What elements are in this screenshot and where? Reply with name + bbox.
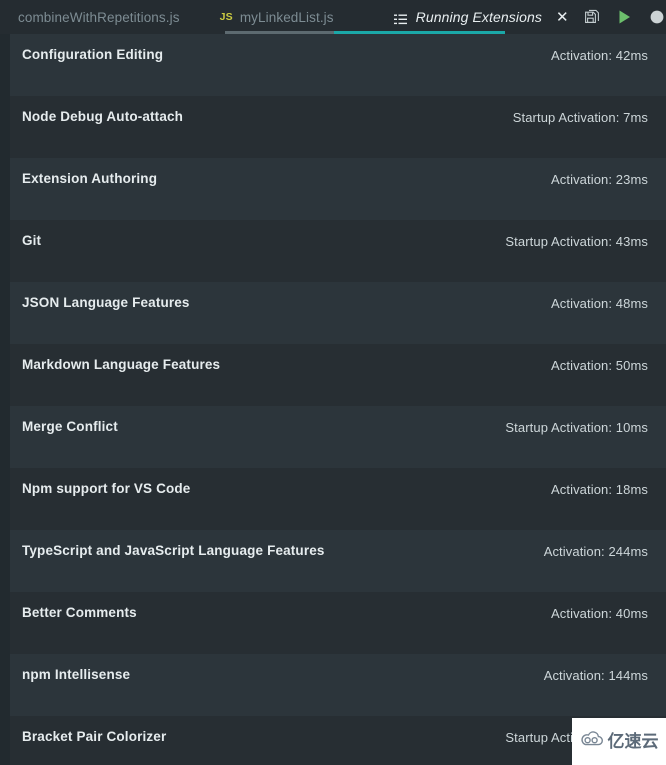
- running-extensions-list[interactable]: Configuration Editing Activation: 42ms Nod…: [0, 34, 666, 765]
- extension-activation-time: Activation: 144ms: [543, 668, 648, 683]
- extension-activation-time: Startup Activation: 7ms: [512, 110, 648, 125]
- js-file-icon: JS: [219, 11, 233, 23]
- tab-running-extensions[interactable]: Running Extensions ✕: [374, 0, 577, 34]
- extension-row[interactable]: JSON Language Features Activation: 48ms: [0, 282, 666, 344]
- extension-name: Merge Conflict: [22, 419, 118, 434]
- extension-activation-time: Activation: 244ms: [543, 544, 648, 559]
- record-icon[interactable]: [641, 0, 666, 34]
- extension-name: npm Intellisense: [22, 667, 131, 682]
- extension-row[interactable]: Configuration Editing Activation: 42ms: [0, 34, 666, 96]
- extension-activation-time: Activation: 42ms: [551, 48, 648, 63]
- extension-row[interactable]: Git Startup Activation: 43ms: [0, 220, 666, 282]
- editor-left-gutter: [0, 34, 10, 765]
- extension-activation-time: Activation: 23ms: [551, 172, 648, 187]
- extension-activation-time: Startup Activation: 10ms: [505, 420, 648, 435]
- close-icon[interactable]: ✕: [556, 10, 569, 25]
- editor-tab-bar: combineWithRepetitions.js JS myLinkedLis…: [0, 0, 666, 34]
- cloud-icon: [580, 730, 604, 753]
- extension-row[interactable]: Node Debug Auto-attach Startup Activation…: [0, 96, 666, 158]
- extension-row[interactable]: npm Intellisense Activation: 144ms: [0, 654, 666, 716]
- run-icon[interactable]: [609, 0, 641, 34]
- extension-name: Markdown Language Features: [22, 357, 221, 372]
- extension-row[interactable]: Better Comments Activation: 40ms: [0, 592, 666, 654]
- extension-name: Git: [22, 233, 42, 248]
- watermark-text: 亿速云: [607, 732, 659, 751]
- extension-activation-time: Startup Activation: 43ms: [505, 234, 648, 249]
- extension-name: Extension Authoring: [22, 171, 158, 186]
- extension-name: TypeScript and JavaScript Language Featu…: [22, 543, 325, 558]
- extension-row[interactable]: TypeScript and JavaScript Language Featu…: [0, 530, 666, 592]
- tab-combineWithRepetitions[interactable]: combineWithRepetitions.js: [0, 0, 206, 34]
- extension-row[interactable]: Npm support for VS Code Activation: 18ms: [0, 468, 666, 530]
- editor-actions-toolbar: [577, 0, 666, 34]
- save-all-icon[interactable]: [577, 0, 609, 34]
- extension-name: Node Debug Auto-attach: [22, 109, 184, 124]
- tab-label: myLinkedList.js: [239, 9, 334, 25]
- extension-activation-time: Activation: 40ms: [551, 606, 648, 621]
- tab-myLinkedList[interactable]: JS myLinkedList.js: [206, 0, 374, 34]
- extension-activation-time: Activation: 18ms: [551, 482, 648, 497]
- extension-row[interactable]: Markdown Language Features Activation: 50…: [0, 344, 666, 406]
- extension-name: JSON Language Features: [22, 295, 190, 310]
- extension-row[interactable]: Extension Authoring Activation: 23ms: [0, 158, 666, 220]
- extension-row[interactable]: Bracket Pair ColorizerStartup Activation…: [0, 716, 666, 765]
- extension-name: Bracket Pair Colorizer: [22, 729, 167, 744]
- extension-activation-time: Activation: 48ms: [551, 296, 648, 311]
- tab-label: Running Extensions: [415, 9, 542, 25]
- list-icon: [393, 12, 407, 24]
- watermark: 亿速云: [572, 718, 666, 765]
- vscode-window: combineWithRepetitions.js JS myLinkedLis…: [0, 0, 666, 765]
- extension-activation-time: Activation: 50ms: [551, 358, 648, 373]
- extension-row[interactable]: Merge Conflict Startup Activation: 10ms: [0, 406, 666, 468]
- extension-name: Npm support for VS Code: [22, 481, 191, 496]
- extension-name: Better Comments: [22, 605, 137, 620]
- tab-label: combineWithRepetitions.js: [18, 9, 180, 25]
- extension-name: Configuration Editing: [22, 47, 164, 62]
